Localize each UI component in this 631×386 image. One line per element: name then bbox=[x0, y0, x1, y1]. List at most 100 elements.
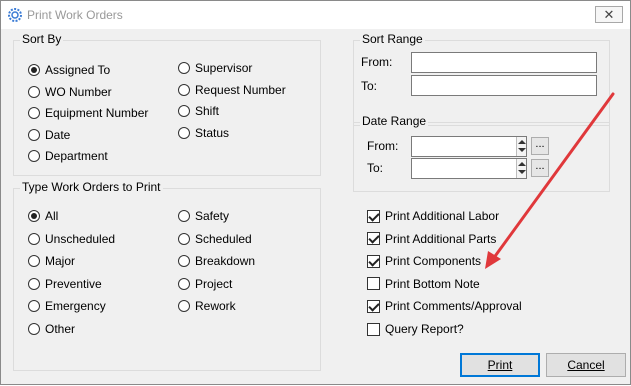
checkbox[interactable] bbox=[367, 232, 380, 246]
radio-button[interactable] bbox=[28, 64, 40, 76]
radio-button[interactable] bbox=[178, 300, 190, 313]
type-emergency-radio-label: Emergency bbox=[45, 299, 106, 314]
type-scheduled-radio-label: Scheduled bbox=[195, 231, 252, 246]
type-major-radio-label: Major bbox=[45, 254, 76, 269]
sort-by-department-radio[interactable]: Department bbox=[28, 149, 108, 163]
print-additional-labor-checkbox[interactable]: Print Additional Labor bbox=[367, 209, 499, 223]
radio-button[interactable] bbox=[28, 107, 40, 119]
spin-up-icon bbox=[518, 162, 526, 166]
radio-button[interactable] bbox=[28, 210, 40, 222]
close-button[interactable]: ✕ bbox=[595, 6, 623, 23]
sort-by-wo-number-radio[interactable]: WO Number bbox=[28, 85, 112, 99]
type-preventive-radio-label: Preventive bbox=[45, 276, 102, 291]
checkbox[interactable] bbox=[367, 254, 380, 268]
type-all-radio-label: All bbox=[45, 209, 59, 223]
radio-button[interactable] bbox=[178, 277, 190, 290]
sort-by-date-radio-label: Date bbox=[45, 127, 71, 142]
print-components-checkbox[interactable]: Print Components bbox=[367, 254, 481, 268]
radio-button[interactable] bbox=[178, 83, 190, 96]
checkbox[interactable] bbox=[367, 277, 380, 291]
checkbox[interactable] bbox=[367, 299, 380, 313]
radio-button[interactable] bbox=[178, 105, 190, 117]
sort-range-legend: Sort Range bbox=[360, 32, 425, 46]
type-rework-radio[interactable]: Rework bbox=[178, 299, 236, 313]
sort-by-wo-number-radio-label: WO Number bbox=[45, 84, 112, 99]
sort-by-status-radio[interactable]: Status bbox=[178, 126, 229, 140]
cancel-button[interactable]: Cancel bbox=[546, 353, 626, 377]
print-additional-parts-checkbox[interactable]: Print Additional Parts bbox=[367, 232, 496, 246]
type-safety-radio-label: Safety bbox=[195, 209, 230, 223]
type-preventive-radio[interactable]: Preventive bbox=[28, 277, 102, 291]
print-components-checkbox-label: Print Components bbox=[385, 254, 482, 269]
checkbox[interactable] bbox=[367, 209, 380, 223]
dialog-body: Sort By Assigned To WO Number Equipment Nu… bbox=[1, 29, 630, 384]
sort-range-to-label: To: bbox=[361, 79, 378, 93]
spin-up-icon bbox=[518, 140, 526, 144]
type-other-radio-label: Other bbox=[45, 322, 76, 336]
sort-range-to-input[interactable] bbox=[411, 75, 597, 96]
type-rework-radio-label: Rework bbox=[195, 299, 236, 314]
checkbox[interactable] bbox=[367, 322, 380, 336]
sort-by-shift-radio[interactable]: Shift bbox=[178, 104, 219, 118]
print-comments-approval-checkbox[interactable]: Print Comments/Approval bbox=[367, 299, 522, 313]
radio-button[interactable] bbox=[178, 126, 190, 139]
print-bottom-note-checkbox-label: Print Bottom Note bbox=[385, 276, 480, 291]
date-range-from-picker[interactable] bbox=[411, 136, 527, 157]
sort-range-from-label: From: bbox=[361, 55, 393, 69]
radio-button[interactable] bbox=[28, 128, 40, 141]
query-report-checkbox[interactable]: Query Report? bbox=[367, 322, 464, 336]
radio-button[interactable] bbox=[28, 85, 40, 98]
date-to-spinner[interactable] bbox=[516, 159, 526, 178]
type-project-radio[interactable]: Project bbox=[178, 277, 232, 291]
radio-button[interactable] bbox=[178, 210, 190, 222]
query-report-checkbox-label: Query Report? bbox=[385, 322, 464, 336]
sort-by-supervisor-radio[interactable]: Supervisor bbox=[178, 61, 252, 75]
sort-by-shift-radio-label: Shift bbox=[195, 104, 220, 118]
date-from-browse-button[interactable]: ... bbox=[531, 137, 549, 155]
radio-button[interactable] bbox=[178, 232, 190, 245]
date-from-spinner[interactable] bbox=[516, 137, 526, 156]
type-emergency-radio[interactable]: Emergency bbox=[28, 299, 106, 313]
type-safety-radio[interactable]: Safety bbox=[178, 209, 229, 223]
date-range-to-picker[interactable] bbox=[411, 158, 527, 179]
sort-by-legend: Sort By bbox=[20, 32, 64, 46]
type-all-radio[interactable]: All bbox=[28, 209, 58, 223]
type-unscheduled-radio[interactable]: Unscheduled bbox=[28, 232, 115, 246]
print-additional-parts-checkbox-label: Print Additional Parts bbox=[385, 231, 497, 246]
type-major-radio[interactable]: Major bbox=[28, 254, 75, 268]
radio-button[interactable] bbox=[28, 150, 40, 162]
type-work-orders-legend: Type Work Orders to Print bbox=[20, 180, 163, 194]
radio-button[interactable] bbox=[178, 62, 190, 74]
sort-by-equipment-number-radio-label: Equipment Number bbox=[45, 106, 149, 120]
sort-by-request-number-radio-label: Request Number bbox=[195, 82, 286, 97]
spin-down-icon bbox=[518, 170, 526, 174]
type-other-radio[interactable]: Other bbox=[28, 322, 75, 336]
radio-button[interactable] bbox=[178, 255, 190, 268]
radio-button[interactable] bbox=[28, 232, 40, 245]
type-breakdown-radio-label: Breakdown bbox=[195, 254, 256, 269]
date-range-legend: Date Range bbox=[360, 114, 429, 128]
print-work-orders-dialog: Print Work Orders ✕ Sort By Assigned To W… bbox=[0, 0, 631, 385]
sort-by-equipment-number-radio[interactable]: Equipment Number bbox=[28, 106, 148, 120]
print-button[interactable]: Print bbox=[460, 353, 540, 377]
sort-by-request-number-radio[interactable]: Request Number bbox=[178, 83, 286, 97]
radio-button[interactable] bbox=[28, 300, 40, 313]
type-unscheduled-radio-label: Unscheduled bbox=[45, 231, 116, 246]
date-range-group: Date Range From: ... To: ... bbox=[353, 114, 610, 192]
cancel-button-label: Cancel bbox=[567, 358, 605, 372]
type-breakdown-radio[interactable]: Breakdown bbox=[178, 254, 255, 268]
sort-range-from-input[interactable] bbox=[411, 52, 597, 73]
type-scheduled-radio[interactable]: Scheduled bbox=[178, 232, 252, 246]
sort-by-date-radio[interactable]: Date bbox=[28, 128, 70, 142]
radio-button[interactable] bbox=[28, 255, 40, 268]
radio-button[interactable] bbox=[28, 277, 40, 290]
radio-button[interactable] bbox=[28, 323, 40, 335]
date-to-browse-button[interactable]: ... bbox=[531, 159, 549, 177]
sort-by-assigned-to-radio-label: Assigned To bbox=[45, 63, 111, 77]
app-gear-icon bbox=[7, 7, 23, 23]
sort-by-department-radio-label: Department bbox=[45, 149, 108, 163]
title-bar: Print Work Orders ✕ bbox=[1, 1, 630, 29]
sort-by-supervisor-radio-label: Supervisor bbox=[195, 61, 253, 75]
print-bottom-note-checkbox[interactable]: Print Bottom Note bbox=[367, 277, 480, 291]
sort-by-assigned-to-radio[interactable]: Assigned To bbox=[28, 63, 110, 77]
